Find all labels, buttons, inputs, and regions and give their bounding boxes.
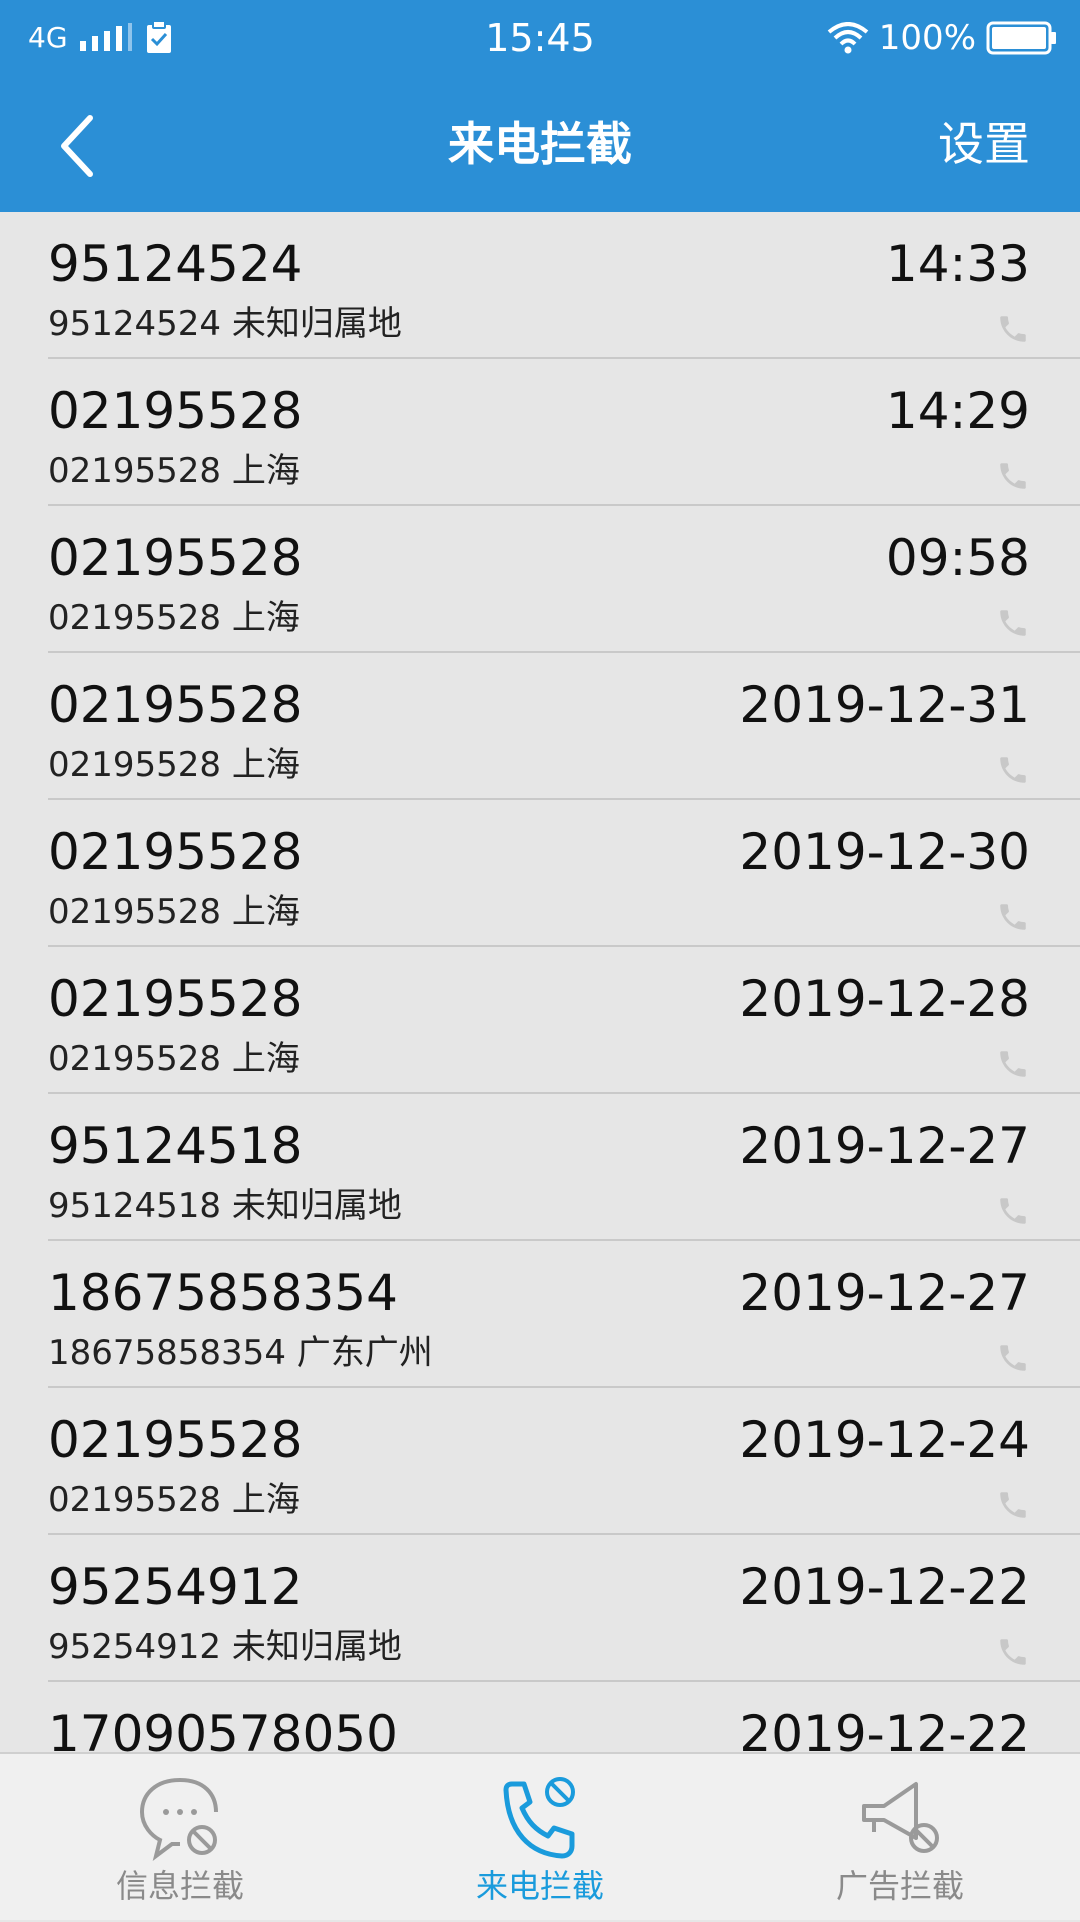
- list-item[interactable]: 02195528 02195528 上海 09:58: [0, 506, 1080, 653]
- battery-icon: [986, 21, 1056, 55]
- call-time: 14:33: [885, 235, 1030, 293]
- chevron-left-icon: [61, 115, 93, 177]
- call-time: 2019-12-31: [739, 676, 1030, 734]
- call-number: 17090578050: [48, 1705, 398, 1752]
- call-location: 02195528 上海: [48, 1480, 300, 1520]
- call-time: 2019-12-22: [739, 1558, 1030, 1616]
- call-location: 02195528 上海: [48, 598, 300, 638]
- phone-icon: [1000, 757, 1026, 783]
- phone-icon: [1000, 1345, 1026, 1371]
- phone-icon: [1000, 904, 1026, 930]
- call-number: 95124524: [48, 235, 303, 293]
- call-block-icon: [503, 1777, 575, 1859]
- phone-icon: [1000, 1051, 1026, 1077]
- list-item[interactable]: 95124524 95124524 未知归属地 14:33: [0, 212, 1080, 359]
- phone-icon: [1000, 610, 1026, 636]
- call-location: 18675858354 广东广州: [48, 1333, 433, 1373]
- phone-icon: [1000, 1639, 1026, 1665]
- tab-label: 来电拦截: [475, 1867, 604, 1905]
- call-location: 02195528 上海: [48, 451, 300, 491]
- call-number: 02195528: [48, 676, 303, 734]
- list-item[interactable]: 02195528 02195528 上海 2019-12-28: [0, 947, 1080, 1094]
- list-item[interactable]: 02195528 02195528 上海 14:29: [0, 359, 1080, 506]
- call-number: 02195528: [48, 1411, 303, 1469]
- call-number: 02195528: [48, 823, 303, 881]
- status-bar: 4G 15:45 100%: [0, 0, 1080, 76]
- call-time: 2019-12-30: [739, 823, 1030, 881]
- phone-icon: [1000, 463, 1026, 489]
- list-item[interactable]: 02195528 02195528 上海 2019-12-30: [0, 800, 1080, 947]
- call-number: 02195528: [48, 529, 303, 587]
- call-location: 02195528 上海: [48, 892, 300, 932]
- list-item[interactable]: 95254912 95254912 未知归属地 2019-12-22: [0, 1535, 1080, 1682]
- status-right: 100%: [827, 14, 1058, 62]
- call-location: 95124518 未知归属地: [48, 1186, 402, 1226]
- call-time: 2019-12-27: [739, 1117, 1030, 1175]
- wifi-icon: [827, 22, 869, 54]
- call-number: 02195528: [48, 970, 303, 1028]
- list-item[interactable]: 18675858354 18675858354 广东广州 2019-12-27: [0, 1241, 1080, 1388]
- page-title: 来电拦截: [448, 117, 632, 171]
- tab-message-block[interactable]: 信息拦截: [0, 1754, 360, 1922]
- phone-icon: [1000, 316, 1026, 342]
- call-time: 2019-12-22: [739, 1705, 1030, 1752]
- list-item[interactable]: 95124518 95124518 未知归属地 2019-12-27: [0, 1094, 1080, 1241]
- call-location: 95254912 未知归属地: [48, 1627, 402, 1667]
- phone-icon: [1000, 1492, 1026, 1518]
- phone-icon: [1000, 1198, 1026, 1224]
- call-location: 02195528 上海: [48, 1039, 300, 1079]
- tab-label: 信息拦截: [115, 1867, 244, 1905]
- settings-button[interactable]: 设置: [938, 76, 1030, 212]
- tab-call-block[interactable]: 来电拦截: [360, 1754, 720, 1922]
- blocked-call-list: 95124524 95124524 未知归属地 14:33 02195528 0…: [0, 212, 1080, 1752]
- call-time: 09:58: [885, 529, 1030, 587]
- bottom-nav: 信息拦截 来电拦截 广告拦截: [0, 1752, 1080, 1920]
- call-location: 02195528 上海: [48, 745, 300, 785]
- battery-percent: 100%: [878, 18, 976, 58]
- call-number: 18675858354: [48, 1264, 398, 1322]
- list-item[interactable]: 17090578050 2019-12-22: [0, 1682, 1080, 1752]
- tab-label: 广告拦截: [835, 1867, 964, 1905]
- call-time: 2019-12-28: [739, 970, 1030, 1028]
- call-number: 95124518: [48, 1117, 303, 1175]
- list-item[interactable]: 02195528 02195528 上海 2019-12-24: [0, 1388, 1080, 1535]
- ad-block-icon: [862, 1782, 939, 1853]
- back-button[interactable]: [50, 106, 130, 186]
- tab-ad-block[interactable]: 广告拦截: [720, 1754, 1080, 1922]
- call-number: 95254912: [48, 1558, 303, 1616]
- call-number: 02195528: [48, 382, 303, 440]
- list-item[interactable]: 02195528 02195528 上海 2019-12-31: [0, 653, 1080, 800]
- call-time: 2019-12-24: [739, 1411, 1030, 1469]
- call-time: 14:29: [885, 382, 1030, 440]
- message-block-icon: [139, 1778, 218, 1861]
- call-location: 95124524 未知归属地: [48, 304, 402, 344]
- app-bar: 来电拦截 设置: [0, 76, 1080, 212]
- call-time: 2019-12-27: [739, 1264, 1030, 1322]
